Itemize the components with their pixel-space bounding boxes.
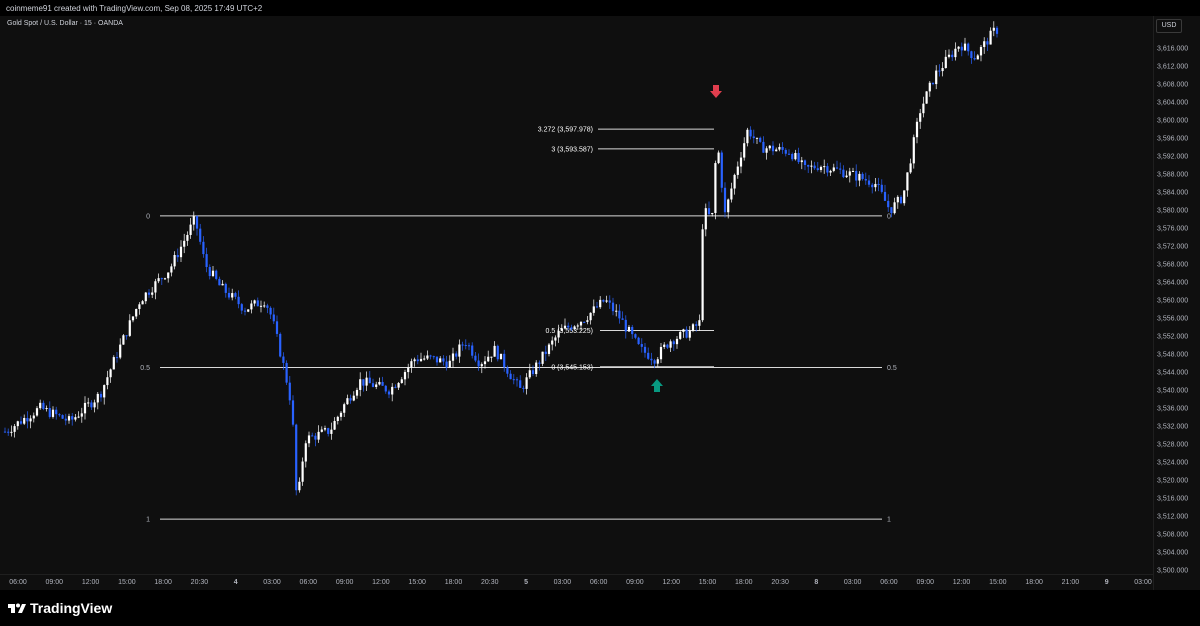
tradingview-logo-icon (8, 603, 26, 613)
time-axis[interactable] (0, 574, 1153, 591)
symbol-label: Gold Spot / U.S. Dollar · 15 · OANDA (7, 20, 123, 27)
footer (0, 590, 1200, 626)
brand-name: TradingView (30, 600, 113, 616)
price-axis[interactable] (1153, 16, 1200, 590)
attribution-text: coinmeme91 created with TradingView.com,… (6, 4, 263, 13)
chart-area[interactable] (0, 16, 1153, 590)
top-bar: coinmeme91 created with TradingView.com,… (0, 0, 1200, 16)
tradingview-logo[interactable]: TradingView (8, 600, 112, 616)
currency-button[interactable]: USD (1156, 19, 1182, 33)
